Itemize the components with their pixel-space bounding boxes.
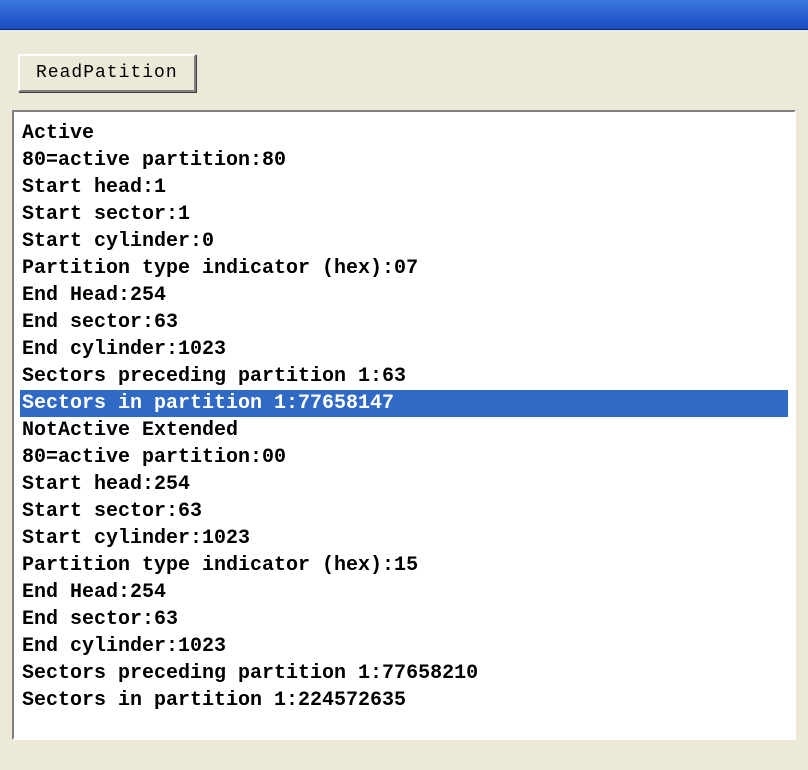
output-line[interactable]: End cylinder:1023 (20, 336, 788, 363)
output-line[interactable]: 80=active partition:00 (20, 444, 788, 471)
output-line[interactable]: End sector:63 (20, 309, 788, 336)
output-line[interactable]: End sector:63 (20, 606, 788, 633)
output-line[interactable]: Start sector:1 (20, 201, 788, 228)
output-panel: Active80=active partition:80Start head:1… (12, 110, 796, 740)
output-line[interactable]: Start head:254 (20, 471, 788, 498)
output-line[interactable]: 80=active partition:80 (20, 147, 788, 174)
output-line[interactable]: NotActive Extended (20, 417, 788, 444)
output-line[interactable]: Sectors preceding partition 1:63 (20, 363, 788, 390)
output-line[interactable]: Active (20, 120, 788, 147)
output-listbox[interactable]: Active80=active partition:80Start head:1… (16, 114, 792, 736)
output-line[interactable]: Partition type indicator (hex):15 (20, 552, 788, 579)
output-line[interactable]: Start cylinder:1023 (20, 525, 788, 552)
output-line[interactable]: End Head:254 (20, 282, 788, 309)
title-bar (0, 0, 808, 30)
toolbar-area: ReadPatition (0, 30, 808, 110)
output-line[interactable]: Sectors in partition 1:224572635 (20, 687, 788, 714)
output-line[interactable]: Start cylinder:0 (20, 228, 788, 255)
output-line[interactable]: Sectors preceding partition 1:77658210 (20, 660, 788, 687)
output-line[interactable]: Start head:1 (20, 174, 788, 201)
output-line[interactable]: End Head:254 (20, 579, 788, 606)
output-line[interactable]: Start sector:63 (20, 498, 788, 525)
output-line[interactable]: Sectors in partition 1:77658147 (20, 390, 788, 417)
output-line[interactable]: End cylinder:1023 (20, 633, 788, 660)
output-line[interactable]: Partition type indicator (hex):07 (20, 255, 788, 282)
read-partition-button[interactable]: ReadPatition (18, 54, 196, 92)
